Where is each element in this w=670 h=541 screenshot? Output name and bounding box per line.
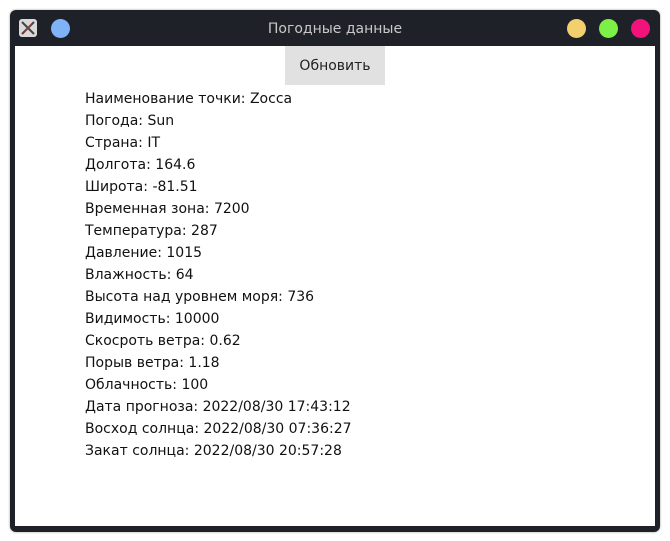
weather-field-label: Температура <box>85 223 182 239</box>
app-window: Погодные данные Обновить Наименование то… <box>10 10 660 532</box>
pin-button[interactable] <box>51 19 70 38</box>
weather-field-row: Температура: 287 <box>85 223 218 239</box>
weather-field-row: Высота над уровнем моря: 736 <box>85 289 315 305</box>
weather-field-label: Высота над уровнем моря <box>85 289 279 305</box>
weather-field-row: Восход солнца: 2022/08/30 07:36:27 <box>85 421 352 437</box>
weather-field-label: Влажность <box>85 267 167 283</box>
weather-field-label: Широта <box>85 179 144 195</box>
weather-field-row: Погода: Sun <box>85 113 175 129</box>
weather-field-label: Давление <box>85 245 158 261</box>
weather-field-value: 1.18 <box>188 355 220 371</box>
weather-field-row: Давление: 1015 <box>85 245 203 261</box>
minimize-button[interactable] <box>567 19 586 38</box>
weather-field-label: Долгота <box>85 157 147 173</box>
weather-field-value: 2022/08/30 20:57:28 <box>193 443 342 459</box>
weather-field-value: 10000 <box>174 311 220 327</box>
weather-field-value: 0.62 <box>209 333 241 349</box>
weather-field-label: Временная зона <box>85 201 205 217</box>
weather-field-value: -81.51 <box>152 179 198 195</box>
weather-field-value: 64 <box>175 267 194 283</box>
weather-field-row: Порыв ветра: 1.18 <box>85 355 220 371</box>
weather-field-label: Закат солнца <box>85 443 185 459</box>
main-content: Обновить Наименование точки: Zocca Погода… <box>15 46 655 526</box>
weather-field-value: 2022/08/30 07:36:27 <box>203 421 352 437</box>
maximize-button[interactable] <box>599 19 618 38</box>
weather-field-row: Закат солнца: 2022/08/30 20:57:28 <box>85 443 342 459</box>
weather-field-row: Наименование точки: Zocca <box>85 91 293 107</box>
weather-field-label: Страна <box>85 135 139 151</box>
weather-field-row: Влажность: 64 <box>85 267 194 283</box>
title-bar[interactable]: Погодные данные <box>10 10 660 46</box>
weather-field-row: Страна: IT <box>85 135 160 151</box>
weather-field-value: 1015 <box>166 245 203 261</box>
weather-field-row: Дата прогноза: 2022/08/30 17:43:12 <box>85 399 351 415</box>
weather-field-label: Наименование точки <box>85 91 241 107</box>
app-icon[interactable] <box>19 19 37 37</box>
weather-field-value: 164.6 <box>155 157 196 173</box>
weather-field-value: 287 <box>191 223 218 239</box>
weather-field-row: Видимость: 10000 <box>85 311 220 327</box>
weather-field-label: Восход солнца <box>85 421 195 437</box>
weather-field-value: 2022/08/30 17:43:12 <box>202 399 351 415</box>
close-button[interactable] <box>631 19 650 38</box>
x-logo-icon <box>21 21 35 35</box>
weather-field-label: Дата прогноза <box>85 399 194 415</box>
weather-field-value: IT <box>147 135 160 151</box>
weather-field-row: Временная зона: 7200 <box>85 201 250 217</box>
weather-field-label: Видимость <box>85 311 166 327</box>
refresh-button[interactable]: Обновить <box>285 46 385 85</box>
weather-field-label: Облачность <box>85 377 173 393</box>
weather-field-row: Долгота: 164.6 <box>85 157 196 173</box>
weather-field-row: Облачность: 100 <box>85 377 209 393</box>
weather-field-value: 7200 <box>213 201 250 217</box>
weather-field-value: 736 <box>287 289 315 305</box>
weather-fields-list: Наименование точки: Zocca Погода: Sun Стра… <box>85 88 352 462</box>
weather-field-row: Широта: -81.51 <box>85 179 198 195</box>
weather-field-label: Погода <box>85 113 139 129</box>
weather-field-value: 100 <box>181 377 209 393</box>
weather-field-label: Скосроть ветра <box>85 333 201 349</box>
weather-field-label: Порыв ветра <box>85 355 180 371</box>
weather-field-value: Zocca <box>249 91 293 107</box>
window-title: Погодные данные <box>267 21 403 37</box>
weather-field-value: Sun <box>147 113 175 129</box>
weather-field-row: Скосроть ветра: 0.62 <box>85 333 241 349</box>
